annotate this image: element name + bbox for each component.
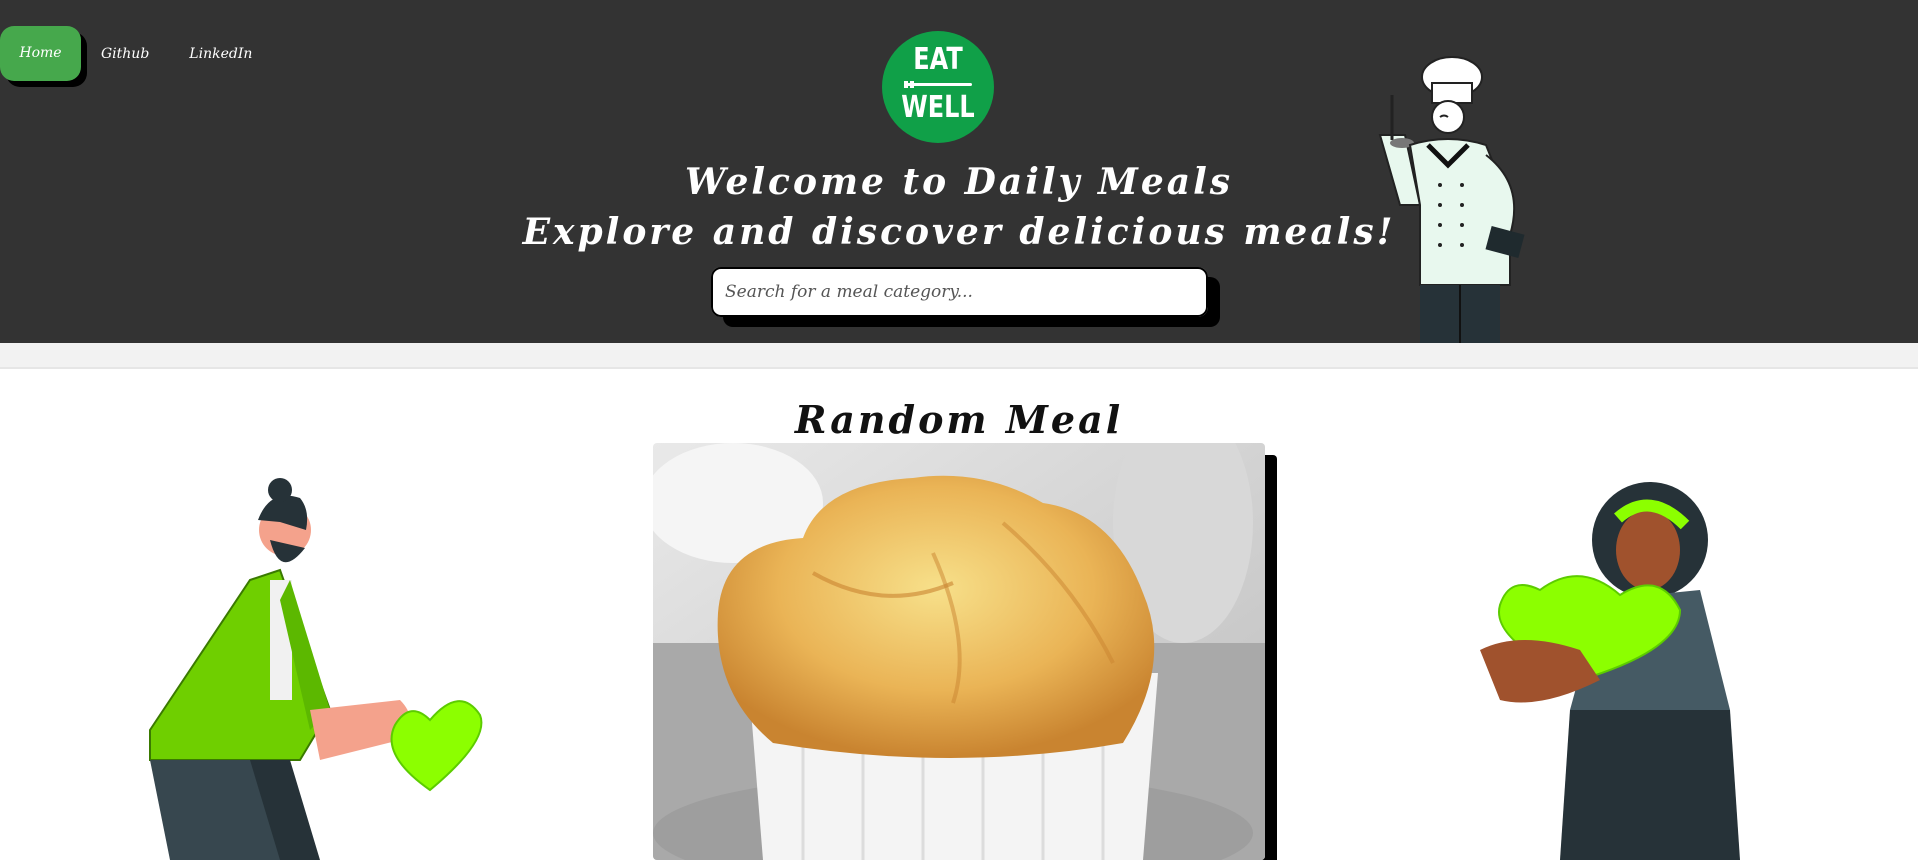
fork-icon [904,81,972,88]
chef-illustration [1378,56,1525,343]
man-with-heart-illustration [149,478,483,860]
random-meal-title: Random Meal [794,397,1124,442]
woman-with-heart-illustration [1480,482,1740,860]
nav-home-button[interactable]: Home [0,26,81,81]
header-divider-band [0,343,1918,369]
random-meal-image[interactable] [653,443,1265,860]
search-box [711,267,1208,317]
nav-linkedin-link[interactable]: LinkedIn [189,46,252,62]
hero-subtitle: Explore and discover delicious meals! [522,211,1396,253]
eat-well-logo: EAT WELL [882,31,994,143]
random-meal-card[interactable] [653,443,1265,860]
logo-text-well: WELL [901,90,975,125]
main-nav: Home Github LinkedIn [0,26,292,81]
meal-category-search-input[interactable] [711,267,1208,317]
logo-text-eat: EAT [913,42,963,77]
hero-title: Welcome to Daily Meals [684,161,1234,203]
site-header: Home Github LinkedIn EAT WELL Welcome to… [0,0,1918,343]
nav-github-link[interactable]: Github [101,46,149,62]
